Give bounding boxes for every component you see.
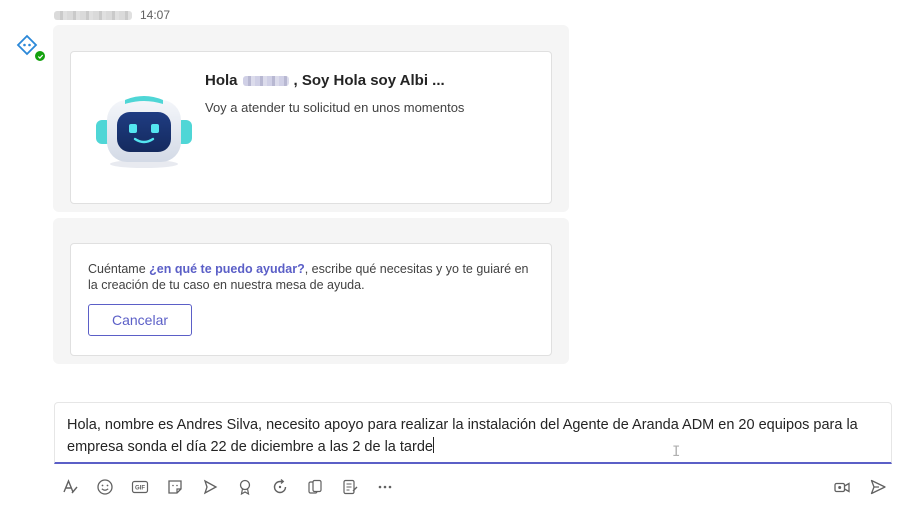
welcome-title: Hola , Soy Hola soy Albi ... xyxy=(205,72,445,89)
welcome-subtitle: Voy a atender tu solicitud en unos momen… xyxy=(205,100,465,115)
bot-avatar[interactable] xyxy=(16,34,46,62)
cancel-button[interactable]: Cancelar xyxy=(88,304,192,336)
message-timestamp: 14:07 xyxy=(140,8,171,22)
presence-available-icon xyxy=(34,50,46,62)
help-card-container: Cuéntame ¿en qué te puedo ayudar?, escri… xyxy=(53,218,569,364)
help-text-question: ¿en qué te puedo ayudar? xyxy=(149,262,305,276)
forms-icon[interactable] xyxy=(338,475,362,499)
more-icon[interactable] xyxy=(373,475,397,499)
welcome-title-suffix: , Soy Hola soy Albi ... xyxy=(293,72,445,89)
robot-mascot-icon xyxy=(96,96,192,168)
user-name-redacted xyxy=(242,75,289,86)
welcome-title-prefix: Hola xyxy=(205,72,238,89)
sticker-icon[interactable] xyxy=(163,475,187,499)
compose-toolbar: GIF xyxy=(58,475,397,499)
ibeam-cursor-icon: I xyxy=(672,444,681,460)
compose-box[interactable]: Hola, nombre es Andres Silva, necesito a… xyxy=(54,402,892,464)
text-caret xyxy=(432,437,434,453)
help-text: Cuéntame ¿en qué te puedo ayudar?, escri… xyxy=(88,261,538,293)
loop-icon[interactable] xyxy=(268,475,292,499)
compose-input-value: Hola, nombre es Andres Silva, necesito a… xyxy=(67,417,858,455)
meet-now-icon[interactable] xyxy=(830,475,854,499)
welcome-card: Hola , Soy Hola soy Albi ... Voy a atend… xyxy=(70,51,552,204)
message-header: 14:07 xyxy=(54,8,170,22)
emoji-icon[interactable] xyxy=(93,475,117,499)
send-icon[interactable] xyxy=(866,475,890,499)
attach-icon[interactable] xyxy=(303,475,327,499)
svg-text:GIF: GIF xyxy=(135,486,145,492)
help-card: Cuéntame ¿en qué te puedo ayudar?, escri… xyxy=(70,243,552,356)
help-text-intro: Cuéntame xyxy=(88,262,150,276)
sender-name-redacted xyxy=(54,10,132,20)
compose-input[interactable]: Hola, nombre es Andres Silva, necesito a… xyxy=(67,414,881,458)
format-icon[interactable] xyxy=(58,475,82,499)
welcome-card-container: Hola , Soy Hola soy Albi ... Voy a atend… xyxy=(53,25,569,212)
compose-right-tools xyxy=(830,475,890,499)
schedule-send-icon[interactable] xyxy=(198,475,222,499)
gif-icon[interactable]: GIF xyxy=(128,475,152,499)
praise-icon[interactable] xyxy=(233,475,257,499)
